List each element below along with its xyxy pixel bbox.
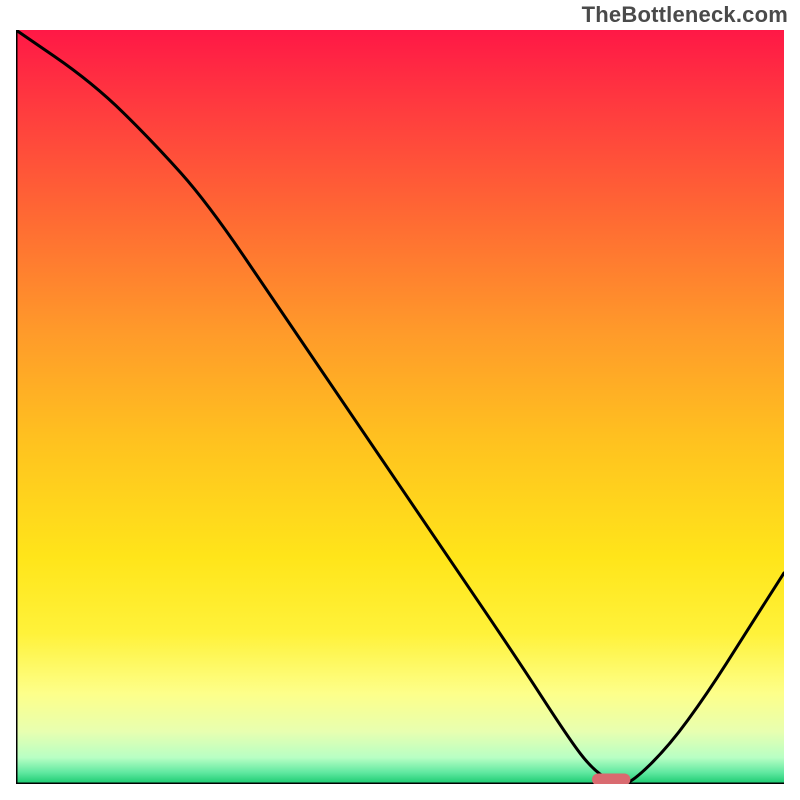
plot-area: [16, 30, 784, 784]
optimal-marker: [592, 774, 630, 785]
chart-container: TheBottleneck.com: [0, 0, 800, 800]
gradient-background: [16, 30, 784, 784]
chart-svg: [16, 30, 784, 784]
watermark-label: TheBottleneck.com: [582, 2, 788, 28]
